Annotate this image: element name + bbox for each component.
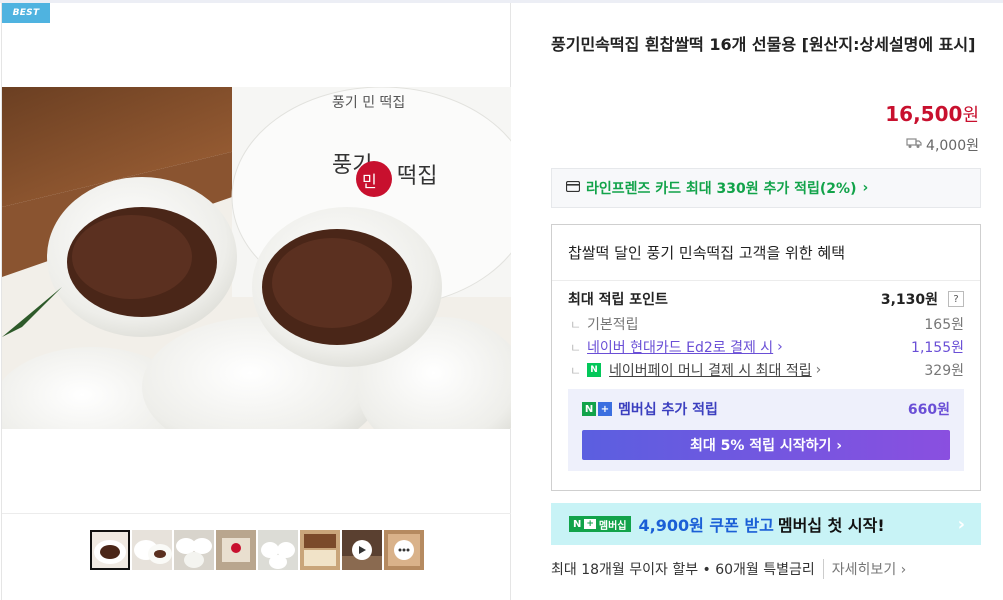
truck-icon (906, 137, 922, 153)
max-points-value: 3,130원 (880, 292, 938, 308)
hyundai-card-value: 1,155원 (911, 340, 964, 356)
installment-text: 최대 18개월 무이자 할부 • 60개월 특별금리 (551, 562, 815, 578)
gallery-divider (2, 513, 511, 514)
npay-money-link[interactable]: 네이버페이 머니 결제 시 최대 적립 (609, 360, 812, 380)
product-price: 16,500원 (885, 101, 979, 127)
help-icon[interactable]: ? (948, 291, 964, 307)
shipping-fee-value: 4,000원 (926, 138, 979, 154)
npay-money-row: ㄴ N 네이버페이 머니 결제 시 최대 적립 › 329원 (568, 360, 964, 380)
card-promo-banner[interactable]: 라인프렌즈 카드 최대 330원 추가 적립(2%) › (551, 168, 981, 208)
chevron-right-icon: › (815, 362, 822, 378)
svg-text:민: 민 (362, 172, 377, 191)
chevron-right-icon: › (862, 180, 869, 196)
basic-points-value: 165원 (924, 317, 964, 333)
product-main-image[interactable]: 풍기 민 떡집 풍기 민 떡집 (2, 87, 511, 429)
branch-icon: ㄴ (570, 340, 582, 355)
svg-text:떡집: 떡집 (397, 164, 437, 189)
max-points-row: 최대 적립 포인트 3,130원 ? (568, 289, 964, 309)
branch-icon: ㄴ (570, 363, 582, 378)
product-title: 풍기민속떡집 흰찹쌀떡 16개 선물용 [원산지:상세설명에 표시] (551, 35, 976, 54)
card-promo-text: 라인프렌즈 카드 최대 330원 추가 적립(2%) (586, 181, 857, 197)
chevron-right-icon: › (777, 339, 783, 355)
thumbnail-5[interactable] (258, 530, 298, 570)
card-icon (565, 180, 581, 196)
membership-label: 멤버십 추가 적립 (618, 402, 718, 418)
thumbnail-video[interactable] (342, 530, 382, 570)
thumbnail-strip (90, 530, 424, 570)
membership-points-row: N + 멤버십 추가 적립 660원 (582, 399, 950, 419)
branch-icon: ㄴ (570, 317, 582, 332)
play-icon (352, 540, 372, 560)
shipping-fee: 4,000원 (906, 135, 979, 155)
npay-icon: N (587, 363, 602, 377)
thumbnail-6[interactable] (300, 530, 340, 570)
membership-value: 660원 (907, 402, 950, 418)
installment-info: 최대 18개월 무이자 할부 • 60개월 특별금리 자세히보기 › (551, 559, 981, 579)
thumbnail-1[interactable] (90, 530, 130, 570)
product-gallery: BEST 풍기 민 떡집 풍기 민 떡집 (1, 3, 511, 600)
chat-icon (394, 540, 414, 560)
basic-points-label: 기본적립 (587, 317, 639, 333)
benefit-title: 찹쌀떡 달인 풍기 민속떡집 고객을 위한 혜택 (568, 244, 846, 262)
basic-points-row: ㄴ 기본적립 165원 (568, 314, 964, 334)
membership-box: N + 멤버십 추가 적립 660원 최대 5% 적립 시작하기 › (568, 389, 964, 471)
best-badge: BEST (2, 3, 50, 23)
membership-start-button[interactable]: 최대 5% 적립 시작하기 › (582, 430, 950, 460)
coupon-amount: 4,900원 쿠폰 받고 (638, 516, 774, 535)
thumbnail-2[interactable] (132, 530, 172, 570)
npay-money-value: 329원 (924, 363, 964, 379)
price-unit: 원 (962, 105, 979, 126)
hyundai-card-link[interactable]: 네이버 현대카드 Ed2로 결제 시 (587, 337, 773, 357)
thumbnail-more[interactable] (384, 530, 424, 570)
max-points-label: 최대 적립 포인트 (568, 292, 668, 308)
membership-coupon-banner[interactable]: N + 멤버십 4,900원 쿠폰 받고 멤버십 첫 시작! › (551, 503, 981, 545)
membership-badge: N + 멤버십 (569, 516, 631, 532)
svg-text:풍기 민 떡집: 풍기 민 떡집 (332, 95, 405, 111)
nplus-icon: N + (582, 402, 612, 416)
thumbnail-3[interactable] (174, 530, 214, 570)
coupon-text: 멤버십 첫 시작! (777, 516, 885, 535)
benefit-box: 찹쌀떡 달인 풍기 민속떡집 고객을 위한 혜택 최대 적립 포인트 3,130… (551, 224, 981, 491)
hyundai-card-row: ㄴ 네이버 현대카드 Ed2로 결제 시 › 1,155원 (568, 337, 964, 357)
price-value: 16,500 (885, 102, 963, 126)
installment-details-link[interactable]: 자세히보기 › (822, 559, 906, 579)
benefit-divider (552, 280, 980, 281)
chevron-right-icon: › (957, 513, 965, 535)
thumbnail-4[interactable] (216, 530, 256, 570)
